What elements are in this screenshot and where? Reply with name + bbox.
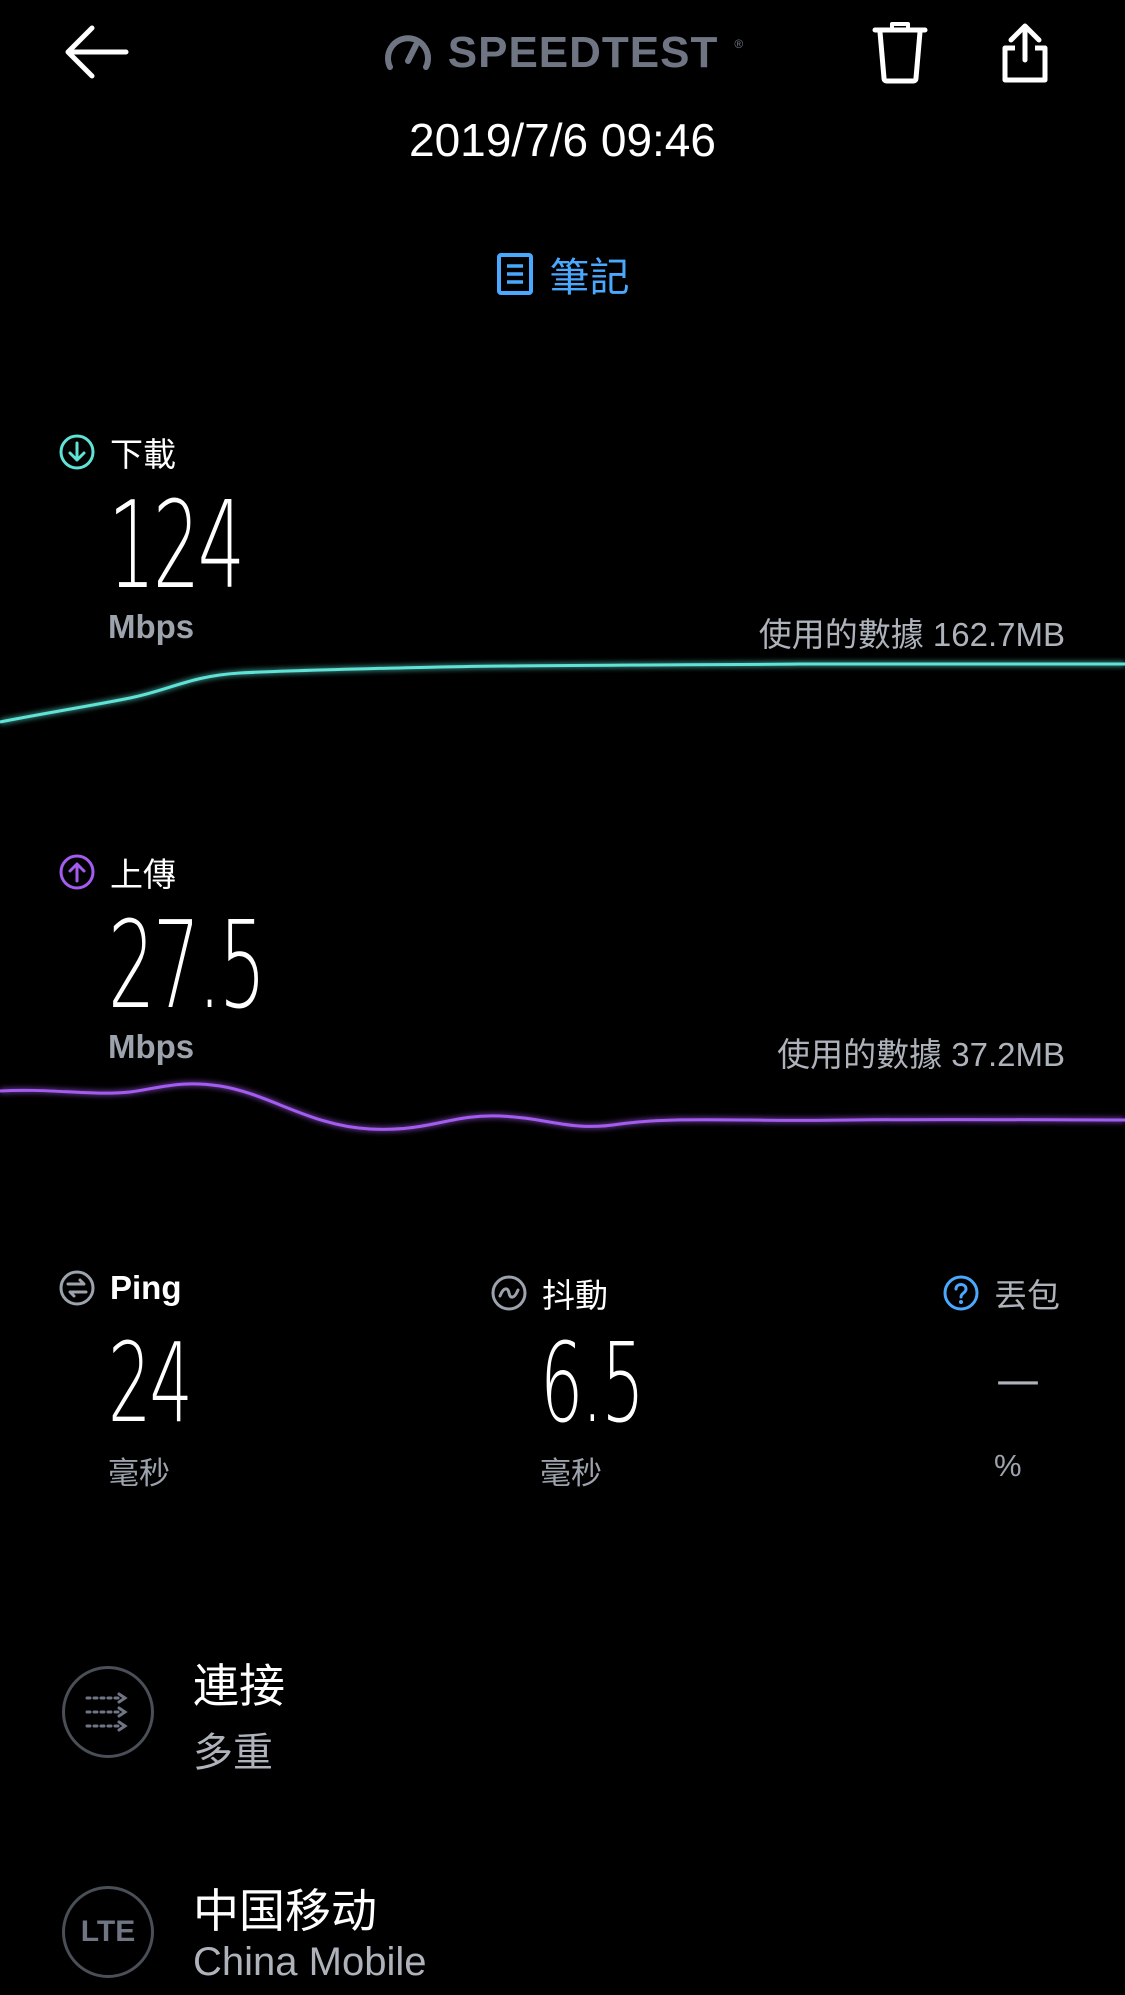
notes-label: 筆記 xyxy=(549,255,630,301)
upload-label-text: 上傳 xyxy=(110,855,176,894)
trash-icon xyxy=(872,22,928,84)
upload-unit: Mbps xyxy=(108,1028,195,1065)
lte-badge: LTE xyxy=(80,1915,136,1948)
packet-loss-value: — xyxy=(996,1355,1040,1406)
ping-unit: 毫秒 xyxy=(108,1456,170,1492)
notes-button[interactable]: 筆記 xyxy=(0,245,1125,303)
share-button[interactable] xyxy=(985,12,1065,92)
jitter-icon xyxy=(491,1275,527,1311)
upload-value: 27.5 xyxy=(108,897,266,1036)
download-arrow-icon xyxy=(59,434,95,470)
packet-loss-label-text: 丟包 xyxy=(994,1276,1060,1315)
ping-value: 24 xyxy=(108,1319,193,1447)
carrier-name-en: China Mobile xyxy=(193,1940,427,1984)
download-value: 124 xyxy=(108,477,245,616)
carrier-name-cn: 中国移动 xyxy=(193,1884,377,1938)
upload-graph-line xyxy=(0,1082,1125,1131)
download-label-text: 下載 xyxy=(110,435,176,474)
jitter-label-text: 抖動 xyxy=(542,1276,608,1315)
download-label: 下載 xyxy=(58,428,176,476)
upload-data-used: 使用的數據 37.2MB xyxy=(777,1036,1065,1073)
connections-title: 連接 xyxy=(193,1659,285,1713)
multi-connection-icon xyxy=(85,1692,128,1732)
upload-label: 上傳 xyxy=(58,848,176,896)
ping-label: Ping xyxy=(58,1269,182,1307)
carrier-icon-circle: LTE xyxy=(62,1886,154,1978)
brand-trademark: ® xyxy=(734,37,744,51)
jitter-unit: 毫秒 xyxy=(540,1456,602,1492)
download-graph-line xyxy=(0,662,1125,724)
ping-label-text: Ping xyxy=(110,1269,182,1306)
packet-loss-unit: % xyxy=(994,1448,1022,1483)
help-icon[interactable] xyxy=(942,1274,980,1312)
brand-name: SPEEDTEST xyxy=(447,28,719,77)
upload-arrow-icon xyxy=(59,854,95,890)
jitter-value: 6.5 xyxy=(540,1319,645,1447)
test-datetime: 2019/7/6 09:46 xyxy=(409,114,716,166)
connections-icon-circle xyxy=(62,1666,154,1758)
delete-button[interactable] xyxy=(860,12,940,92)
speedtest-logo: SPEEDTEST ® xyxy=(0,18,1125,88)
ping-icon xyxy=(59,1270,95,1306)
packet-loss-label[interactable]: 丟包 xyxy=(942,1269,1060,1317)
speedometer-icon xyxy=(384,35,431,70)
share-icon xyxy=(1002,23,1048,83)
jitter-label: 抖動 xyxy=(490,1269,608,1317)
notes-icon xyxy=(496,253,533,295)
download-speed-graph xyxy=(0,662,1125,724)
upload-speed-graph xyxy=(0,1082,1125,1131)
connections-value: 多重 xyxy=(193,1730,273,1776)
